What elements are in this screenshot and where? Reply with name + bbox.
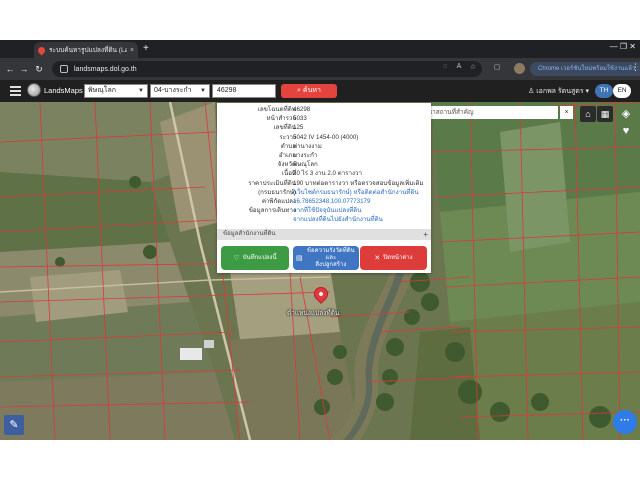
landsmaps-logo [27, 83, 41, 97]
hamburger-menu-icon[interactable] [10, 86, 21, 96]
parcel-info-value: บางระกำ [293, 152, 318, 159]
province-select[interactable]: พิษณุโลก ▼ [84, 84, 148, 98]
heart-icon: ♡ [233, 254, 240, 262]
close-popup-button[interactable]: ✕ ปิดหน้าต่าง [360, 246, 427, 270]
layers-icon[interactable]: ◈ [616, 105, 636, 123]
search-button[interactable]: ⌕ ค้นหา [281, 84, 337, 98]
tab-close-icon[interactable]: × [130, 47, 134, 54]
lang-th-button[interactable]: TH [595, 84, 613, 98]
measure-tool-icon[interactable]: ✎ [4, 415, 24, 435]
parcel-info-row: ราคาประเมินที่ดิน 190 บาทต่อตารางวา หรือต… [217, 179, 431, 188]
back-arrow-icon[interactable]: ← [4, 62, 16, 76]
parcel-info-row: จังหวัด พิษณุโลก [217, 160, 431, 169]
parcel-info-popup: เลขโฉนดที่ดิน 46298 หน้าสำรวจ 5033 เลขที่ดิน… [217, 103, 431, 273]
document-icon: ▤ [296, 254, 303, 262]
province-select-value: พิษณุโลก [88, 87, 117, 94]
home-icon[interactable]: ⌂ [580, 106, 596, 122]
parcel-info-value[interactable]: 16.78652348,100.07773179 [293, 197, 370, 206]
parcel-info-row: เลขที่ดิน 125 [217, 123, 431, 132]
more-icon[interactable]: ··· [613, 410, 637, 434]
parcel-info-row: ข้อมูลการเดินทาง จากที่ใช้ปัจจุบันแปลงที่… [217, 206, 431, 215]
heart-icon[interactable]: ♥ [616, 122, 636, 140]
parcel-info-key: (กรมธนารักษ์) [258, 188, 296, 196]
parcel-info-value[interactable]: จากแปลงที่ดินไปยังสำนักงานที่ดิน [293, 215, 383, 224]
parcel-number-input[interactable]: 46298 [212, 84, 276, 98]
chevron-down-icon: ▾ [583, 88, 590, 95]
parcel-info-row: จากแปลงที่ดินไปยังสำนักงานที่ดิน [217, 215, 431, 224]
user-icon: ♙ [528, 88, 537, 95]
address-url: landsmaps.dol.go.th [74, 65, 137, 73]
survey-info-button[interactable]: ▤ ข้อความรังวัดที่ดินและ สิ่งปลูกสร้าง [293, 246, 359, 270]
parcel-info-row: (กรมธนารักษ์) (เว็บไซต์กรมธนารักษ์) หรือต… [217, 188, 431, 197]
survey-info-label: ข้อความรังวัดที่ดินและ สิ่งปลูกสร้าง [306, 247, 355, 268]
reload-icon[interactable]: ↻ [33, 62, 45, 76]
lang-en-button[interactable]: EN [613, 84, 631, 98]
window-controls[interactable]: — ❐ ✕ [610, 42, 636, 51]
parcel-info-value: 190 บาทต่อตารางวา หรือตรวจสอบข้อมูลเพิ่ม… [293, 179, 424, 187]
land-office-section[interactable]: ข้อมูลสำนักงานที่ดิน + [217, 229, 431, 240]
land-office-label: ข้อมูลสำนักงานที่ดิน [223, 231, 276, 237]
search-button-label: ค้นหา [302, 87, 321, 94]
extensions-icon[interactable]: ▢ [492, 63, 502, 71]
parcel-marker-label: ตำแหน่งแปลงที่ดิน [287, 310, 340, 317]
site-info-icon[interactable] [60, 65, 68, 73]
forward-arrow-icon[interactable]: → [18, 62, 30, 76]
district-select[interactable]: 04-บางระกำ ▼ [150, 84, 210, 98]
parcel-info-row: หน้าสำรวจ 5033 [217, 114, 431, 123]
parcel-info-value: 20 ไร่ 3 งาน 2.0 ตารางวา [293, 170, 362, 178]
parcel-info-row: ค่าพิกัดแปลง 16.78652348,100.07773179 [217, 197, 431, 206]
parcel-info-value: 46298 [293, 106, 311, 113]
chevron-down-icon: ▼ [200, 88, 206, 94]
grid-icon[interactable]: ▦ [597, 106, 613, 122]
address-bar[interactable]: landsmaps.dol.go.th [52, 61, 482, 77]
parcel-info-row: ตำบล ท่านางงาม [217, 142, 431, 151]
save-parcel-label: บันทึกแปลงนี้ [242, 254, 277, 261]
parcel-info-key: ค่าพิกัดแปลง [261, 198, 296, 205]
user-menu[interactable]: ♙ เอกพล รัตนสูตร ▾ [528, 86, 589, 97]
parcel-info-key: เลขโฉนดที่ดิน [257, 106, 296, 113]
parcel-info-row: ระวาง 5042 IV 1454-00 (4000) [217, 133, 431, 142]
map-pin-favicon-icon [36, 45, 47, 55]
parcel-info-row: เลขโฉนดที่ดิน 46298 [217, 105, 431, 114]
translate-icon[interactable]: A [454, 63, 464, 70]
screen: ระบบค้นหารูปแปลงที่ดิน (Lands × + — ❐ ✕ … [0, 0, 640, 480]
expand-icon[interactable]: + [423, 229, 428, 240]
chrome-update-button[interactable]: Chrome เวอร์ชันใหม่พร้อมใช้งานแล้ว : [530, 62, 640, 76]
new-tab-button[interactable]: + [143, 42, 149, 56]
browser-tab-title: ระบบค้นหารูปแปลงที่ดิน (Lands [49, 47, 127, 54]
clear-search-icon[interactable]: × [560, 106, 573, 119]
browser-tab[interactable]: ระบบค้นหารูปแปลงที่ดิน (Lands × [34, 42, 138, 58]
parcel-info-value: ท่านางงาม [293, 142, 322, 150]
parcel-info-key: ราคาประเมินที่ดิน [248, 179, 296, 187]
bookmark-star-icon[interactable]: ☆ [468, 63, 478, 71]
save-parcel-button[interactable]: ♡ บันทึกแปลงนี้ [221, 246, 289, 270]
parcel-info-value: พิษณุโลก [293, 161, 318, 169]
brand-name: LandsMaps [44, 86, 83, 95]
district-select-value: 04-บางระกำ [154, 87, 192, 94]
close-icon: ✕ [374, 254, 381, 262]
close-popup-label: ปิดหน้าต่าง [383, 254, 413, 261]
eye-off-icon[interactable]: ◌ [440, 63, 450, 70]
chevron-down-icon: ▼ [138, 88, 144, 94]
parcel-info-key: ข้อมูลการเดินทาง [248, 207, 296, 215]
browser-menu-icon[interactable]: ⋮ [631, 62, 640, 73]
parcel-info-key: หน้าสำรวจ [266, 115, 296, 123]
user-name: เอกพล รัตนสูตร [536, 88, 584, 95]
parcel-info-value: 5033 [293, 115, 307, 123]
parcel-info-value[interactable]: จากที่ใช้ปัจจุบันแปลงที่ดิน [293, 206, 362, 215]
profile-avatar[interactable] [514, 63, 525, 74]
parcel-info-value: 125 [293, 124, 304, 132]
parcel-info-value[interactable]: (เว็บไซต์กรมธนารักษ์) หรือติดต่อสำนักงาน… [293, 188, 419, 197]
parcel-info-row: อำเภอ บางระกำ [217, 151, 431, 160]
parcel-info-row: เนื้อที่ 20 ไร่ 3 งาน 2.0 ตารางวา [217, 169, 431, 178]
place-search-input[interactable]: ค้นหาสถานที่สำคัญ [416, 106, 558, 119]
parcel-info-value: 5042 IV 1454-00 (4000) [293, 133, 359, 141]
